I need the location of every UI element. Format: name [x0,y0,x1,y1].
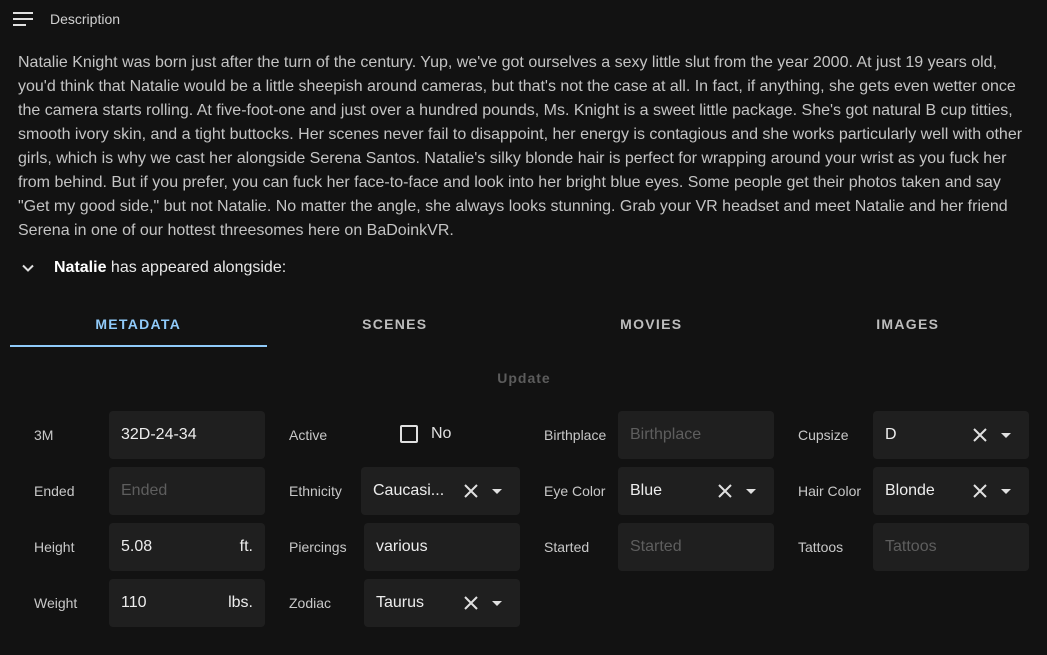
dropdown-arrow-icon[interactable] [999,484,1013,498]
appeared-alongside-toggle[interactable]: Natalie has appeared alongside: [18,256,286,280]
started-label: Started [544,539,590,555]
weight-field[interactable]: 110 lbs. [109,579,265,627]
tab-scenes[interactable]: SCENES [267,301,524,347]
birthplace-placeholder: Birthplace [630,426,702,443]
tab-images[interactable]: IMAGES [780,301,1037,347]
hair-color-value: Blonde [885,482,935,499]
description-header: Description [0,0,1047,38]
ended-placeholder: Ended [121,482,168,499]
zodiac-value: Taurus [376,594,425,611]
clear-icon[interactable] [462,482,480,500]
height-unit: ft. [239,538,253,555]
ethnicity-field[interactable]: Caucasi... [361,467,520,515]
hair-color-label: Hair Color [798,483,862,499]
tattoos-label: Tattoos [798,539,844,555]
weight-unit: lbs. [228,594,253,611]
birthplace-label: Birthplace [544,427,607,443]
tab-movies[interactable]: MOVIES [523,301,780,347]
cupsize-field[interactable]: D [873,411,1029,459]
description-text: Natalie Knight was born just after the t… [18,54,1023,239]
height-field[interactable]: 5.08 ft. [109,523,265,571]
tattoos-placeholder: Tattoos [885,538,937,555]
measurements-label: 3M [34,427,54,443]
height-label: Height [34,539,75,555]
ended-label: Ended [34,483,75,499]
eye-color-label: Eye Color [544,483,606,499]
piercings-field[interactable]: various [364,523,520,571]
active-label: Active [289,427,328,443]
height-value: 5.08 [121,538,153,555]
clear-icon[interactable] [971,482,989,500]
weight-label: Weight [34,595,78,611]
performer-name: Natalie [54,259,107,276]
clear-icon[interactable] [716,482,734,500]
dropdown-arrow-icon[interactable] [490,596,504,610]
appeared-alongside-label: Natalie has appeared alongside: [54,259,286,277]
tattoos-field[interactable]: Tattoos [873,523,1029,571]
dropdown-arrow-icon[interactable] [999,428,1013,442]
ended-field[interactable]: Ended [109,467,265,515]
clear-icon[interactable] [462,594,480,612]
dropdown-arrow-icon[interactable] [490,484,504,498]
active-checkbox-label: No [431,425,452,442]
performer-tabs: METADATA SCENES MOVIES IMAGES [10,301,1036,347]
ethnicity-value: Caucasi... [373,482,445,499]
update-button[interactable]: Update [490,370,558,392]
ethnicity-label: Ethnicity [289,483,342,499]
menu-icon[interactable] [13,11,33,27]
checkbox-unchecked-icon [400,425,418,443]
weight-value: 110 [121,594,147,611]
cupsize-label: Cupsize [798,427,849,443]
birthplace-field[interactable]: Birthplace [618,411,774,459]
appeared-alongside-suffix: has appeared alongside: [106,259,287,276]
zodiac-field[interactable]: Taurus [364,579,520,627]
cupsize-value: D [885,426,897,443]
clear-icon[interactable] [971,426,989,444]
zodiac-label: Zodiac [289,595,332,611]
header-title: Description [50,11,121,27]
measurements-field[interactable]: 32D-24-34 [109,411,265,459]
eye-color-value: Blue [630,482,663,499]
dropdown-arrow-icon[interactable] [744,484,758,498]
started-placeholder: Started [630,538,682,555]
eye-color-field[interactable]: Blue [618,467,774,515]
piercings-value: various [376,538,428,555]
piercings-label: Piercings [289,539,347,555]
measurements-value: 32D-24-34 [121,426,197,443]
chevron-down-icon [22,264,34,272]
active-checkbox[interactable]: No [400,425,451,443]
tab-metadata[interactable]: METADATA [10,301,267,347]
started-field[interactable]: Started [618,523,774,571]
hair-color-field[interactable]: Blonde [873,467,1029,515]
